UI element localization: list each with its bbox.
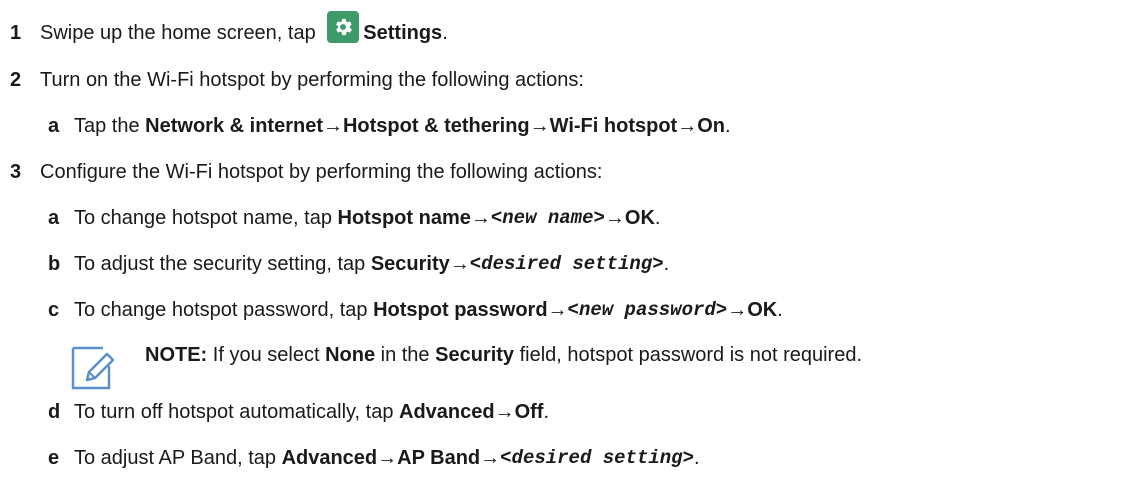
note-bold: None — [325, 343, 376, 366]
settings-gear-icon — [327, 11, 360, 43]
step-number: 1 — [10, 21, 22, 44]
step-text: Turn on the Wi-Fi hotspot by performing … — [40, 68, 584, 91]
punctuation: . — [777, 298, 783, 321]
step-1: 1 Swipe up the home screen, tap Settings… — [10, 11, 448, 48]
substep-text: To adjust the security setting, tap — [74, 252, 371, 275]
punctuation: . — [724, 114, 731, 137]
menu-path-item: Advanced — [399, 400, 495, 423]
arrow: → — [547, 298, 568, 321]
step-3d: d To turn off hotspot automatically, tap… — [48, 397, 549, 427]
punctuation: . — [693, 446, 700, 469]
punctuation: . — [663, 252, 670, 275]
step-3b: b To adjust the security setting, tap Se… — [48, 249, 669, 279]
menu-path-item: OK — [624, 206, 655, 229]
step-3e: e To adjust AP Band, tap Advanced → AP B… — [48, 443, 700, 473]
step-2: 2 Turn on the Wi-Fi hotspot by performin… — [10, 65, 584, 95]
menu-path-item: On — [697, 114, 725, 137]
arrow: → — [494, 400, 515, 423]
menu-path-item: OK — [747, 298, 778, 321]
punctuation: . — [442, 21, 448, 44]
substep-text: To change hotspot name, tap — [74, 206, 338, 229]
substep-letter: d — [48, 400, 61, 423]
arrow: → — [470, 206, 491, 229]
step-2a: a Tap the Network & internet → Hotspot &… — [48, 111, 731, 141]
note-text: field, hotspot password is not required. — [514, 343, 863, 366]
step-text: Configure the Wi-Fi hotspot by performin… — [40, 160, 603, 183]
placeholder-value: <new name> — [490, 207, 605, 229]
menu-path-item: Wi-Fi hotspot — [549, 114, 678, 137]
placeholder-value: <new password> — [567, 299, 728, 321]
substep-letter: c — [48, 298, 60, 321]
arrow: → — [480, 446, 501, 469]
arrow: → — [677, 114, 698, 137]
substep-letter: e — [48, 446, 60, 469]
arrow: → — [604, 206, 625, 229]
arrow: → — [449, 252, 470, 275]
substep-letter: a — [48, 114, 60, 137]
note-text: in the — [375, 343, 436, 366]
step-text: Swipe up the home screen, tap — [40, 21, 322, 44]
note-text: If you select — [207, 343, 326, 366]
menu-path-item: Hotspot & tethering — [342, 114, 530, 137]
step-3: 3 Configure the Wi-Fi hotspot by perform… — [10, 157, 603, 187]
note: NOTE: If you select None in the Security… — [145, 340, 862, 370]
menu-path-item: Security — [370, 252, 450, 275]
step-number: 3 — [10, 160, 22, 183]
menu-path-item: Hotspot password — [373, 298, 548, 321]
arrow: → — [529, 114, 550, 137]
step-number: 2 — [10, 68, 22, 91]
note-pencil-icon — [71, 346, 115, 390]
placeholder-value: <desired setting> — [469, 253, 664, 275]
menu-path-item: AP Band — [397, 446, 481, 469]
arrow: → — [322, 114, 343, 137]
substep-text: Tap the — [74, 114, 146, 137]
substep-text: To change hotspot password, tap — [74, 298, 374, 321]
punctuation: . — [543, 400, 550, 423]
note-label: NOTE: — [145, 343, 208, 366]
menu-path-item: Off — [514, 400, 544, 423]
menu-path-item: Network & internet — [145, 114, 323, 137]
arrow: → — [377, 446, 398, 469]
punctuation: . — [654, 206, 661, 229]
substep-letter: a — [48, 206, 60, 229]
step-3c: c To change hotspot password, tap Hotspo… — [48, 295, 783, 325]
note-bold: Security — [435, 343, 515, 366]
substep-text: To turn off hotspot automatically, tap — [74, 400, 399, 423]
substep-letter: b — [48, 252, 61, 275]
menu-path-item: Advanced — [281, 446, 378, 469]
substep-text: To adjust AP Band, tap — [74, 446, 282, 469]
arrow: → — [727, 298, 748, 321]
step-3a: a To change hotspot name, tap Hotspot na… — [48, 203, 660, 233]
settings-label: Settings — [363, 21, 443, 44]
placeholder-value: <desired setting> — [500, 447, 694, 469]
menu-path-item: Hotspot name — [337, 206, 471, 229]
